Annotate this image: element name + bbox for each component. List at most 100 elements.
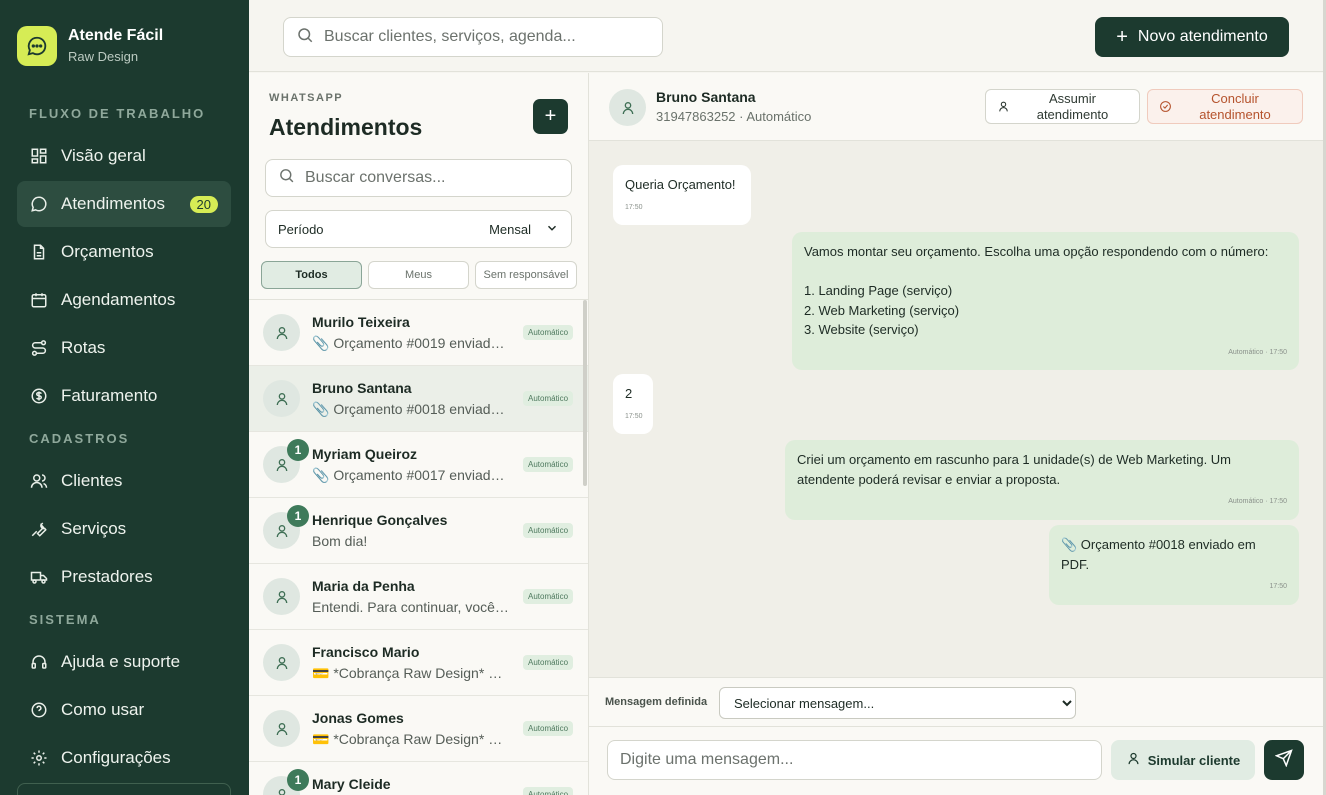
sidebar-item-label: Atendimentos [61,194,165,213]
conversation-item[interactable]: 1 Henrique Gonçalves Bom dia! Automático [249,498,588,564]
message-bubble-outgoing: Criei um orçamento em rascunho para 1 un… [785,440,1299,520]
sidebar-footer-card[interactable] [17,783,231,795]
conversation-name: Henrique Gonçalves [312,512,448,528]
preset-select[interactable]: Selecionar mensagem... [719,687,1076,719]
section-title-sistema: SISTEMA [29,612,101,627]
period-select[interactable]: Período Mensal [265,210,572,248]
gear-icon [30,749,48,767]
status-badge: Automático [523,589,574,604]
truck-icon [30,568,48,586]
message-text: 📎 Orçamento #0018 enviado em PDF. [1061,537,1256,572]
simulate-client-label: Simular cliente [1147,752,1241,768]
dashboard-icon [30,147,48,165]
add-conversation-button[interactable]: + [533,99,568,134]
user-icon [276,590,287,603]
send-icon [1274,748,1293,772]
contact-phone: 31947863252 · Automático [656,109,812,124]
status-badge: Automático [523,721,574,736]
message-text: 2 [625,386,633,401]
chat-panel: Bruno Santana 31947863252 · Automático A… [589,73,1323,795]
sidebar-item-agendamentos[interactable]: Agendamentos [17,277,231,323]
composer: Simular cliente [589,727,1323,795]
sidebar-item-label: Faturamento [61,386,158,405]
assume-button[interactable]: Assumir atendimento [985,89,1140,124]
filter-mine[interactable]: Meus [368,261,469,289]
conversation-item[interactable]: 1 Mary Cleide Automático [249,762,588,795]
app: Atende Fácil Raw Design FLUXO DE TRABALH… [0,0,1326,795]
sidebar-item-label: Como usar [61,700,145,719]
sidebar-item-como-usar[interactable]: Como usar [17,687,231,733]
sidebar-item-clientes[interactable]: Clientes [17,458,231,504]
users-icon [30,472,48,490]
conclude-label: Concluir atendimento [1199,90,1271,122]
user-icon [622,101,633,114]
sidebar-item-label: Prestadores [61,567,153,586]
sidebar-item-ajuda[interactable]: Ajuda e suporte [17,639,231,685]
sidebar-item-prestadores[interactable]: Prestadores [17,554,231,600]
sidebar-item-rotas[interactable]: Rotas [17,325,231,371]
sidebar-item-servicos[interactable]: Serviços [17,506,231,552]
brand-name: Atende Fácil [68,27,164,44]
user-icon [276,656,287,669]
message-bubble-outgoing: 📎 Orçamento #0018 enviado em PDF. 17:50 [1049,525,1299,605]
conversation-item[interactable]: Jonas Gomes 💳 *Cobrança Raw Design* Olá,… [249,696,588,762]
avatar [263,314,300,351]
conversation-name: Francisco Mario [312,644,420,660]
user-icon [276,326,287,339]
message-time: Automático · 17:50 [1228,498,1287,505]
avatar [263,644,300,681]
filter-unassigned[interactable]: Sem responsável [475,261,577,289]
document-icon [30,243,48,261]
sidebar-item-atendimentos[interactable]: Atendimentos 20 [17,181,231,227]
conversation-item[interactable]: Bruno Santana 📎 Orçamento #0018 enviado … [249,366,588,432]
unread-badge: 1 [287,505,309,527]
status-badge: Automático [523,655,574,670]
scrollbar-thumb[interactable] [583,300,587,486]
message-input[interactable] [607,740,1102,780]
message-thread: Queria Orçamento! 17:50 Vamos montar seu… [589,141,1323,677]
topbar: + Novo atendimento [249,0,1326,72]
unread-badge: 1 [287,769,309,791]
conversation-item[interactable]: Maria da Penha Entendi. Para continuar, … [249,564,588,630]
status-badge: Automático [523,457,574,472]
conversation-name: Maria da Penha [312,578,415,594]
conversation-item[interactable]: Francisco Mario 💳 *Cobrança Raw Design* … [249,630,588,696]
sidebar-item-faturamento[interactable]: Faturamento [17,373,231,419]
filter-all[interactable]: Todos [261,261,362,289]
user-icon [276,524,287,537]
message-time: 17:50 [1269,583,1287,590]
conversation-list: Murilo Teixeira 📎 Orçamento #0019 enviad… [249,299,588,795]
status-badge: Automático [523,787,574,795]
simulate-client-button[interactable]: Simular cliente [1111,740,1255,780]
global-search-input[interactable] [324,28,644,46]
avatar [609,89,646,126]
conversation-search[interactable] [265,159,572,197]
sidebar-item-overview[interactable]: Visão geral [17,133,231,179]
conversation-name: Murilo Teixeira [312,314,410,330]
channel-kicker: WHATSAPP [269,92,344,104]
status-badge: Automático [523,391,574,406]
message-text: Vamos montar seu orçamento. Escolha uma … [804,244,1269,337]
conversation-search-input[interactable] [305,169,555,187]
conversation-item[interactable]: 1 Myriam Queiroz 📎 Orçamento #0017 envia… [249,432,588,498]
send-button[interactable] [1264,740,1304,780]
check-circle-icon [1159,100,1172,117]
conclude-button[interactable]: Concluir atendimento [1147,89,1303,124]
sidebar-item-label: Visão geral [61,146,146,165]
sidebar-item-orcamentos[interactable]: Orçamentos [17,229,231,275]
calendar-icon [30,291,48,309]
global-search[interactable] [283,17,663,57]
sidebar: Atende Fácil Raw Design FLUXO DE TRABALH… [0,0,249,795]
preset-bar: Mensagem definida Selecionar mensagem... [589,677,1323,727]
new-ticket-button[interactable]: + Novo atendimento [1095,17,1289,57]
conversation-name: Myriam Queiroz [312,446,418,462]
message-text: Queria Orçamento! [625,177,736,192]
sidebar-item-configuracoes[interactable]: Configurações [17,735,231,781]
filter-tabs: Todos Meus Sem responsável [261,261,577,289]
message-bubble-incoming: 2 17:50 [613,374,653,434]
sidebar-item-label: Ajuda e suporte [61,652,181,671]
user-icon [276,392,287,405]
conversation-item[interactable]: Murilo Teixeira 📎 Orçamento #0019 enviad… [249,300,588,366]
brand[interactable]: Atende Fácil Raw Design [17,26,163,66]
message-time: 17:50 [625,412,643,420]
